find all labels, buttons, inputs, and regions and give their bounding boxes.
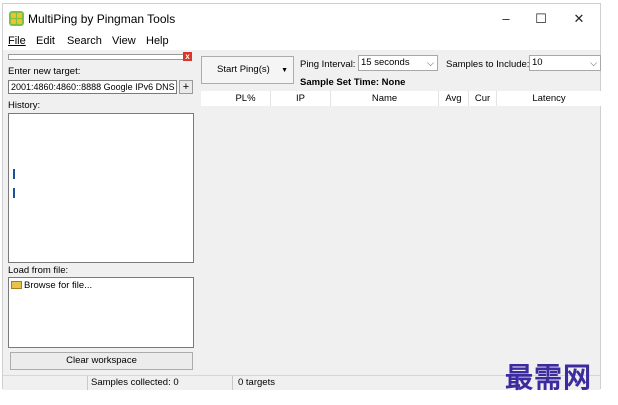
menu-search-label: Search xyxy=(67,35,102,47)
menu-file[interactable]: File xyxy=(8,35,26,47)
close-button[interactable]: ✕ xyxy=(564,9,594,29)
menu-help[interactable]: Help xyxy=(146,35,169,47)
column-cur[interactable]: Cur xyxy=(469,91,497,106)
menu-bar: File Edit Search View Help xyxy=(3,33,600,50)
history-label: History: xyxy=(8,100,41,111)
menu-help-label: Help xyxy=(146,35,169,47)
samples-collected-status: Samples collected: 0 xyxy=(88,376,233,390)
history-list[interactable] xyxy=(8,113,194,263)
close-panel-icon[interactable]: x xyxy=(183,52,192,61)
watermark: 最需网 xyxy=(505,361,593,394)
column-name[interactable]: Name xyxy=(331,91,439,106)
app-logo-icon xyxy=(9,11,24,26)
column-avg[interactable]: Avg xyxy=(439,91,469,106)
status-blank xyxy=(3,376,88,390)
start-ping-label: Start Ping(s) xyxy=(217,64,270,75)
targets-count-status: 0 targets xyxy=(238,377,275,388)
menu-edit[interactable]: Edit xyxy=(36,35,55,47)
results-grid-header: PL% IP Name Avg Cur Latency xyxy=(201,91,601,106)
start-ping-button[interactable]: Start Ping(s) ▼ xyxy=(201,56,294,84)
chevron-down-icon: ⌵ xyxy=(427,58,434,68)
browse-file-item[interactable]: Browse for file... xyxy=(11,280,92,291)
target-label: Enter new target: xyxy=(8,66,81,77)
load-file-label: Load from file: xyxy=(8,265,69,276)
column-ip[interactable]: IP xyxy=(271,91,331,106)
browse-file-label: Browse for file... xyxy=(24,280,93,291)
samples-value: 10 xyxy=(532,57,543,68)
title-bar: MultiPing by Pingman Tools – ☐ ✕ xyxy=(3,4,600,33)
file-list[interactable]: Browse for file... xyxy=(8,277,194,348)
ping-interval-select[interactable]: 15 seconds ⌵ xyxy=(358,55,438,71)
dropdown-arrow-icon[interactable]: ▼ xyxy=(281,58,288,84)
minimize-button[interactable]: – xyxy=(491,9,521,29)
target-input[interactable]: 2001:4860:4860::8888 Google IPv6 DNS xyxy=(8,80,177,94)
chevron-down-icon: ⌵ xyxy=(590,58,597,68)
history-marker xyxy=(13,169,15,179)
samples-select[interactable]: 10 ⌵ xyxy=(529,55,601,71)
sample-set-time: Sample Set Time: None xyxy=(300,77,406,88)
main-window: MultiPing by Pingman Tools – ☐ ✕ File Ed… xyxy=(2,3,601,390)
ping-interval-label: Ping Interval: xyxy=(300,59,356,70)
samples-label: Samples to Include: xyxy=(446,59,530,70)
folder-open-icon xyxy=(11,281,22,289)
history-marker xyxy=(13,188,15,198)
clear-workspace-button[interactable]: Clear workspace xyxy=(10,352,193,370)
maximize-button[interactable]: ☐ xyxy=(526,9,556,29)
panel-top-bar xyxy=(8,54,184,60)
menu-view-label: View xyxy=(112,35,136,47)
menu-search[interactable]: Search xyxy=(67,35,102,47)
menu-file-label: File xyxy=(8,35,26,47)
ping-interval-value: 15 seconds xyxy=(361,57,410,68)
window-title: MultiPing by Pingman Tools xyxy=(28,12,176,26)
column-pl-percent[interactable]: PL% xyxy=(221,91,271,106)
column-latency[interactable]: Latency xyxy=(497,91,601,106)
add-target-button[interactable]: + xyxy=(179,80,193,94)
menu-view[interactable]: View xyxy=(112,35,136,47)
menu-edit-label: Edit xyxy=(36,35,55,47)
